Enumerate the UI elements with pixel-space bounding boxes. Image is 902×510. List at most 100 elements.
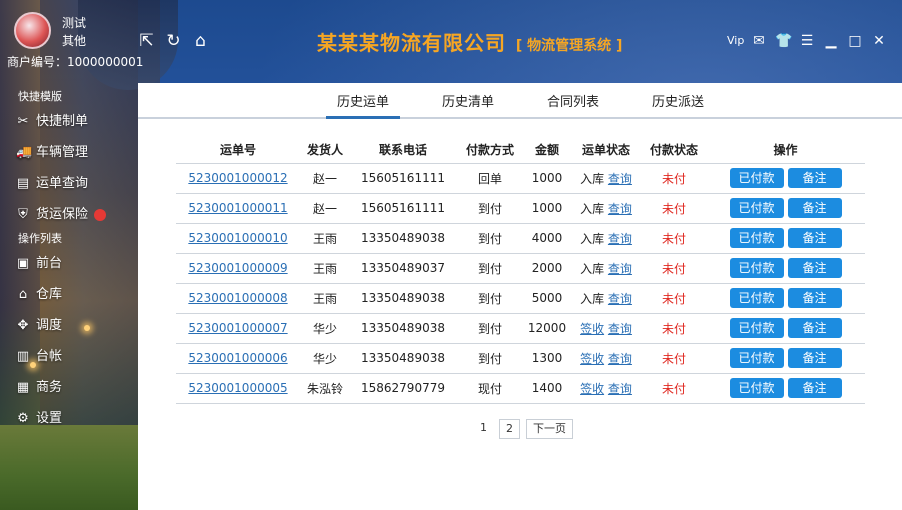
waybill-cell: 5230001000009 [176,253,300,284]
mark-paid-button[interactable]: 已付款 [729,258,784,278]
remark-button[interactable]: 备注 [787,288,842,308]
waybill-number-link[interactable]: 5230001000006 [188,351,287,365]
payment-status-cell: 未付 [642,343,706,374]
menu-icon[interactable]: ☰ [799,32,815,50]
page-2[interactable]: 2 [499,419,520,439]
sidebar-item-label: 台帐 [36,349,63,364]
query-link[interactable]: 查询 [608,352,632,366]
section-shortcuts: 快捷模版 [18,90,62,103]
vip-icon[interactable]: Vip [727,32,744,50]
status-text[interactable]: 签收 [580,352,604,366]
query-link[interactable]: 查询 [608,232,632,246]
page-1[interactable]: 1 [474,419,493,439]
sidebar-item-insurance[interactable]: ⛨ 货运保险 [0,199,138,230]
remark-button[interactable]: 备注 [787,378,842,398]
column-header: 付款状态 [642,137,706,164]
remark-button[interactable]: 备注 [787,228,842,248]
sidebar-item-warehouse[interactable]: ⌂ 仓库 [0,279,138,310]
refresh-icon[interactable]: ↻ [165,31,182,51]
remark-button[interactable]: 备注 [787,318,842,338]
amount-cell: 2000 [524,253,570,284]
wrench-icon: ✂ [17,114,29,129]
mark-paid-button[interactable]: 已付款 [729,198,784,218]
section-operations: 操作列表 [18,232,62,245]
document-icon: ▤ [16,176,30,191]
table-row: 5230001000006 华少 13350489038 到付 1300 签收 查询 未付已… [176,343,865,374]
sidebar-item-waybill-query[interactable]: ▤ 运单查询 [0,168,138,199]
query-link[interactable]: 查询 [608,172,632,186]
remark-button[interactable]: 备注 [787,348,842,368]
shipper-cell: 华少 [300,313,350,344]
payment-method-cell: 现付 [456,373,524,404]
shipper-cell: 朱泓铃 [300,373,350,404]
amount-cell: 4000 [524,223,570,254]
shield-icon: ⛨ [18,207,28,222]
sidebar-item-dispatch[interactable]: ✥ 调度 [0,310,138,341]
mail-icon[interactable]: ✉ [751,32,767,50]
phone-cell: 13350489038 [350,313,456,344]
waybill-number-link[interactable]: 5230001000008 [188,291,287,305]
payment-status-cell: 未付 [642,163,706,194]
maximize-icon[interactable]: □ [847,32,863,50]
sidebar-item-front-desk[interactable]: ▣ 前台 [0,248,138,279]
merchant-id: 商户编号：1000000001 [7,53,143,70]
query-link[interactable]: 查询 [608,322,632,336]
tab-history-lists[interactable]: 历史清单 [442,91,494,110]
table-row: 5230001000011 赵一 15605161111 到付 1000 入库 查询 未付已… [176,193,865,224]
sidebar-item-settings[interactable]: ⚙ 设置 [0,403,138,434]
remark-button[interactable]: 备注 [787,258,842,278]
close-icon[interactable]: ✕ [871,32,887,50]
shipper-cell: 王雨 [300,223,350,254]
payment-status-cell: 未付 [642,223,706,254]
mark-paid-button[interactable]: 已付款 [729,228,784,248]
waybill-status-cell: 入库 查询 [570,253,642,284]
table-row: 5230001000008 王雨 13350489038 到付 5000 入库 查询 未付已… [176,283,865,314]
tab-history-waybills[interactable]: 历史运单 [337,91,389,110]
phone-cell: 15605161111 [350,193,456,224]
tab-bar: 历史运单 历史清单 合同列表 历史派送 [138,83,902,119]
phone-cell: 13350489038 [350,283,456,314]
query-link[interactable]: 查询 [608,262,632,276]
waybill-table: 运单号 发货人 联系电话 付款方式 金额 运单状态 付款状态 操作 523000… [176,137,865,404]
sidebar-item-label: 设置 [36,411,63,426]
sidebar-item-quick-order[interactable]: ✂ 快捷制单 [0,106,138,137]
status-text[interactable]: 签收 [580,322,604,336]
waybill-number-link[interactable]: 5230001000011 [188,201,287,215]
waybill-number-link[interactable]: 5230001000012 [188,171,287,185]
expand-icon[interactable]: ⇱ [138,31,155,51]
remark-button[interactable]: 备注 [787,198,842,218]
actions-cell: 已付款 备注 [706,313,865,344]
shirt-icon[interactable]: 👕 [775,32,792,50]
desk-icon: ▣ [16,256,30,271]
mark-paid-button[interactable]: 已付款 [729,318,784,338]
waybill-cell: 5230001000007 [176,313,300,344]
query-link[interactable]: 查询 [608,292,632,306]
status-text[interactable]: 签收 [580,382,604,396]
sidebar-item-vehicles[interactable]: 🚚 车辆管理 [0,137,138,168]
waybill-number-link[interactable]: 5230001000005 [188,381,287,395]
waybill-number-link[interactable]: 5230001000007 [188,321,287,335]
next-page-button[interactable]: 下一页 [526,419,573,439]
avatar[interactable] [14,12,51,49]
tab-contracts[interactable]: 合同列表 [547,91,599,110]
column-header: 金额 [524,137,570,164]
shipper-cell: 王雨 [300,253,350,284]
shipper-cell: 华少 [300,343,350,374]
mark-paid-button[interactable]: 已付款 [729,348,784,368]
query-link[interactable]: 查询 [608,202,632,216]
minimize-icon[interactable]: ▁ [823,32,839,50]
sidebar-item-ledger[interactable]: ▥ 台帐 [0,341,138,372]
actions-cell: 已付款 备注 [706,373,865,404]
payment-method-cell: 回单 [456,163,524,194]
mark-paid-button[interactable]: 已付款 [729,288,784,308]
remark-button[interactable]: 备注 [787,168,842,188]
query-link[interactable]: 查询 [608,382,632,396]
waybill-number-link[interactable]: 5230001000010 [188,231,287,245]
home-icon[interactable]: ⌂ [192,31,209,51]
tab-history-delivery[interactable]: 历史派送 [652,91,704,110]
sidebar-item-business[interactable]: ▦ 商务 [0,372,138,403]
mark-paid-button[interactable]: 已付款 [729,378,784,398]
payment-status-cell: 未付 [642,373,706,404]
mark-paid-button[interactable]: 已付款 [729,168,784,188]
waybill-number-link[interactable]: 5230001000009 [188,261,287,275]
